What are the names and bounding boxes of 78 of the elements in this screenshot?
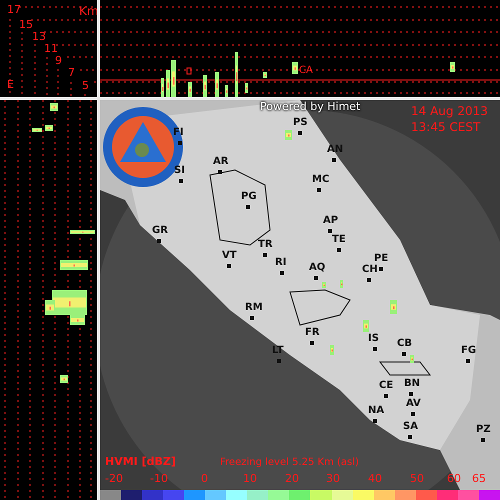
- city-marker-icon: [178, 141, 182, 145]
- city-label: AV: [406, 399, 421, 409]
- scale-tick-label: -10: [150, 473, 168, 484]
- city-marker-icon: [373, 347, 377, 351]
- city-marker-icon: [481, 438, 485, 442]
- city-label: PG: [241, 192, 257, 202]
- city-label: AR: [213, 157, 228, 167]
- city-marker-icon: [332, 158, 336, 162]
- city-marker-icon: [218, 170, 222, 174]
- city-label: CH: [362, 265, 378, 275]
- scale-tick-label: 40: [368, 473, 382, 484]
- scale-tick-label: 65: [472, 473, 486, 484]
- height-label: 11: [44, 43, 58, 54]
- city-label: GR: [152, 226, 168, 236]
- city-marker-icon: [263, 253, 267, 257]
- city-marker-icon: [373, 419, 377, 423]
- city-marker-icon: [317, 188, 321, 192]
- city-label: SA: [403, 422, 418, 432]
- city-label: TR: [258, 240, 273, 250]
- time-text: 13:45 CEST: [411, 121, 480, 133]
- height-label: 15: [19, 19, 33, 30]
- city-marker-icon: [379, 267, 383, 271]
- height-label: 13: [32, 31, 46, 42]
- city-label: SI: [174, 166, 185, 176]
- city-label: PS: [293, 118, 308, 128]
- city-marker-icon: [328, 229, 332, 233]
- city-label: CB: [397, 339, 412, 349]
- city-marker-icon: [179, 179, 183, 183]
- city-marker-icon: [227, 264, 231, 268]
- city-label: AQ: [309, 263, 326, 273]
- scale-tick-label: -20: [105, 473, 123, 484]
- scale-tick-label: 10: [243, 473, 257, 484]
- civil-protection-logo-icon: [102, 106, 184, 188]
- city-marker-icon: [298, 131, 302, 135]
- city-marker-icon: [402, 352, 406, 356]
- city-marker-icon: [310, 341, 314, 345]
- city-marker-icon: [409, 392, 413, 396]
- city-label: FR: [305, 328, 320, 338]
- city-marker-icon: [246, 205, 250, 209]
- freezing-level-text: Freezing level 5.25 Km (asl): [220, 458, 359, 468]
- city-marker-icon: [408, 435, 412, 439]
- city-label: RI: [275, 258, 286, 268]
- height-label: 5: [82, 80, 89, 91]
- city-marker-icon: [466, 359, 470, 363]
- height-label: 17: [7, 4, 21, 15]
- city-label: LT: [272, 346, 284, 356]
- city-marker-icon: [411, 412, 415, 416]
- city-label: NA: [368, 406, 384, 416]
- city-label: TE: [332, 235, 346, 245]
- city-label: AP: [323, 216, 338, 226]
- city-label: MC: [312, 175, 330, 185]
- site-label: CA: [299, 66, 313, 76]
- city-marker-icon: [250, 316, 254, 320]
- city-marker-icon: [337, 248, 341, 252]
- date-text: 14 Aug 2013: [411, 105, 488, 117]
- city-marker-icon: [367, 278, 371, 282]
- city-label: VT: [222, 251, 237, 261]
- scale-tick-label: 20: [285, 473, 299, 484]
- city-marker-icon: [157, 239, 161, 243]
- height-label: 9: [55, 55, 62, 66]
- height-label: 7: [68, 67, 75, 78]
- city-label: FG: [461, 346, 476, 356]
- city-label: CE: [379, 381, 394, 391]
- city-marker-icon: [384, 394, 388, 398]
- axis-letter: E: [7, 79, 14, 90]
- city-marker-icon: [277, 359, 281, 363]
- city-label: RM: [245, 303, 263, 313]
- city-label: IS: [368, 334, 379, 344]
- city-marker-icon: [280, 271, 284, 275]
- legend-title: HVMI [dBZ]: [105, 456, 176, 467]
- credit-text: Powered by Himet: [260, 101, 360, 112]
- city-label: PZ: [476, 425, 491, 435]
- scale-tick-label: 0: [201, 473, 208, 484]
- city-label: PE: [374, 254, 388, 264]
- scale-tick-label: 50: [410, 473, 424, 484]
- city-marker-icon: [314, 276, 318, 280]
- scale-tick-label: 30: [326, 473, 340, 484]
- city-label: BN: [404, 379, 420, 389]
